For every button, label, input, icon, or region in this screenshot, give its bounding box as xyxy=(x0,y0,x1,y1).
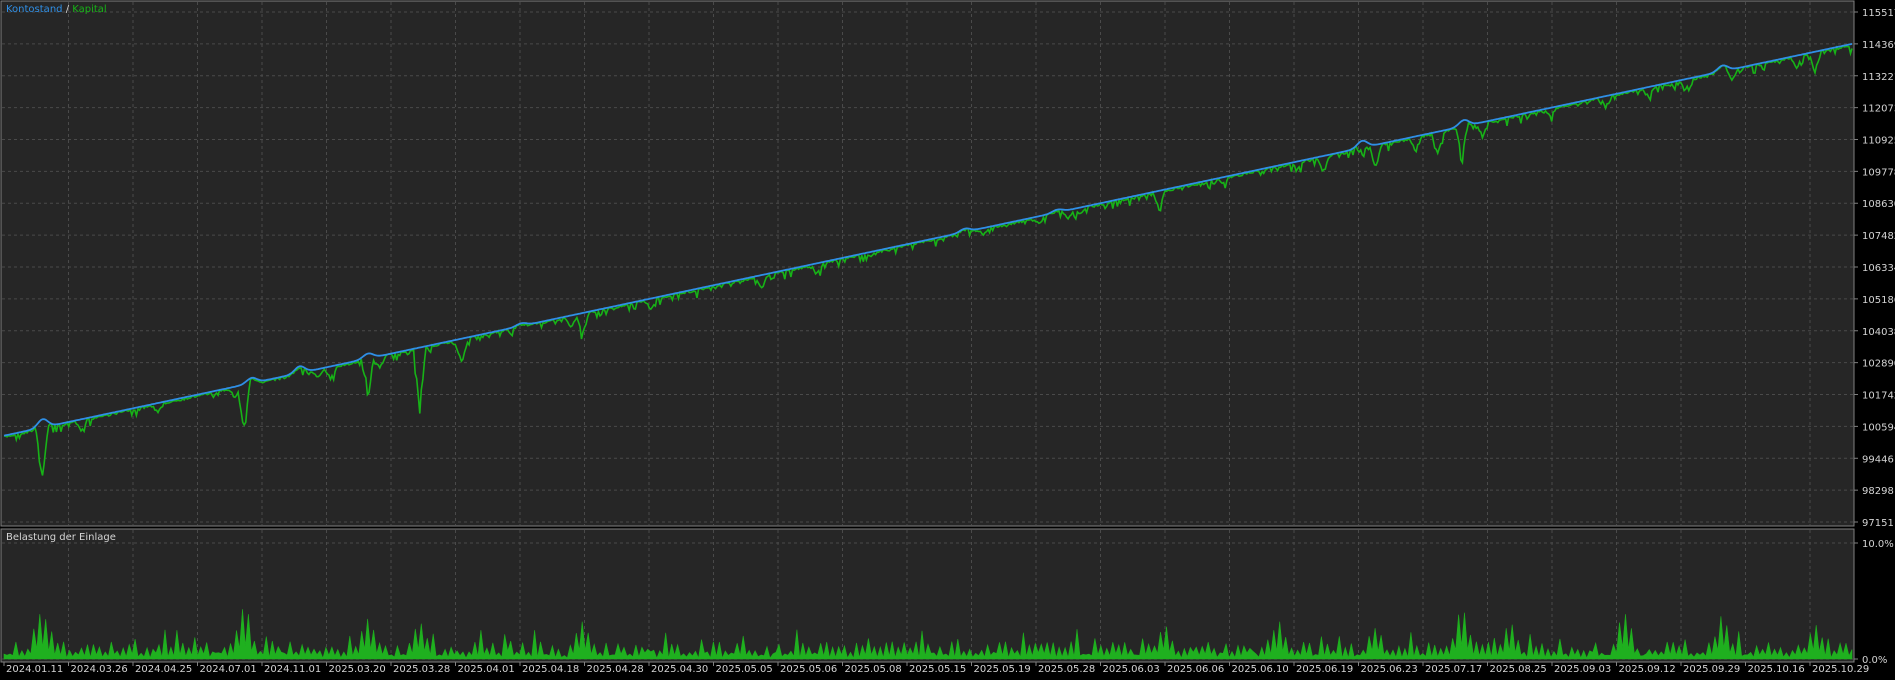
equity-y-tick-label: 113221 xyxy=(1862,72,1895,83)
load-panel-frame xyxy=(0,528,1855,663)
chart-legend: Kontostand / Kapital xyxy=(6,4,107,15)
equity-y-tick-label: 107482 xyxy=(1862,231,1895,242)
equity-y-tick-label: 110925 xyxy=(1862,136,1895,147)
x-tick-label: 2025.07.17 xyxy=(1425,664,1482,675)
x-tick-label: 2025.05.19 xyxy=(974,664,1031,675)
legend-balance: Kontostand xyxy=(6,4,63,15)
time-x-axis: 2024.01.11 2024.03.26 2024.04.25 2024.07.01… xyxy=(3,662,1869,675)
x-tick-label: 2025.03.20 xyxy=(329,664,386,675)
equity-y-tick-label: 115517 xyxy=(1862,8,1895,19)
x-tick-label: 2025.03.28 xyxy=(393,664,450,675)
x-tick-label: 2025.05.28 xyxy=(1038,664,1095,675)
legend-separator: / xyxy=(66,4,70,15)
legend-equity: Kapital xyxy=(72,4,106,15)
load-y-tick-label: 10.0% xyxy=(1862,539,1894,550)
equity-y-tick-label: 97151 xyxy=(1862,518,1894,529)
equity-y-tick-label: 102890 xyxy=(1862,359,1895,370)
equity-y-tick-label: 101742 xyxy=(1862,391,1895,402)
x-tick-label: 2025.09.29 xyxy=(1683,664,1740,675)
x-tick-label: 2025.10.16 xyxy=(1748,664,1805,675)
equity-y-tick-label: 100594 xyxy=(1862,422,1895,433)
x-tick-label: 2025.06.19 xyxy=(1296,664,1353,675)
equity-y-tick-label: 99446 xyxy=(1862,454,1894,465)
equity-y-tick-label: 98298 xyxy=(1862,486,1894,497)
x-tick-label: 2024.07.01 xyxy=(200,664,257,675)
x-tick-label: 2025.05.15 xyxy=(909,664,966,675)
equity-y-tick-label: 108630 xyxy=(1862,199,1895,210)
x-tick-label: 2025.05.05 xyxy=(716,664,773,675)
x-tick-label: 2025.08.25 xyxy=(1490,664,1547,675)
equity-y-tick-label: 114369 xyxy=(1862,40,1895,51)
equity-y-tick-label: 106334 xyxy=(1862,263,1895,274)
equity-y-tick-label: 109778 xyxy=(1862,167,1895,178)
x-tick-label: 2025.04.28 xyxy=(587,664,644,675)
x-tick-label: 2025.09.12 xyxy=(1619,664,1676,675)
x-tick-label: 2025.04.30 xyxy=(651,664,708,675)
x-tick-label: 2025.05.08 xyxy=(845,664,902,675)
x-tick-label: 2024.01.11 xyxy=(6,664,63,675)
x-tick-label: 2025.04.18 xyxy=(522,664,579,675)
equity-y-tick-label: 112073 xyxy=(1862,104,1895,115)
x-tick-label: 2024.04.25 xyxy=(135,664,192,675)
x-tick-label: 2025.06.23 xyxy=(1361,664,1418,675)
equity-y-tick-label: 104038 xyxy=(1862,327,1895,338)
x-tick-label: 2025.10.29 xyxy=(1812,664,1869,675)
x-tick-label: 2025.06.03 xyxy=(1103,664,1160,675)
equity-y-tick-label: 105186 xyxy=(1862,295,1895,306)
x-tick-label: 2024.03.26 xyxy=(71,664,128,675)
load-panel-title: Belastung der Einlage xyxy=(6,532,116,543)
x-tick-label: 2025.09.03 xyxy=(1554,664,1611,675)
x-tick-label: 2025.04.01 xyxy=(458,664,515,675)
x-tick-label: 2024.11.01 xyxy=(264,664,321,675)
x-tick-label: 2025.06.10 xyxy=(1232,664,1289,675)
x-tick-label: 2025.05.06 xyxy=(780,664,837,675)
equity-panel-frame xyxy=(0,0,1855,527)
chart-svg: 115517 114369 113221 112073 110925 109778 1086… xyxy=(0,0,1895,675)
x-tick-label: 2025.06.06 xyxy=(1167,664,1224,675)
strategy-tester-graph: 115517 114369 113221 112073 110925 109778 1086… xyxy=(0,0,1895,675)
